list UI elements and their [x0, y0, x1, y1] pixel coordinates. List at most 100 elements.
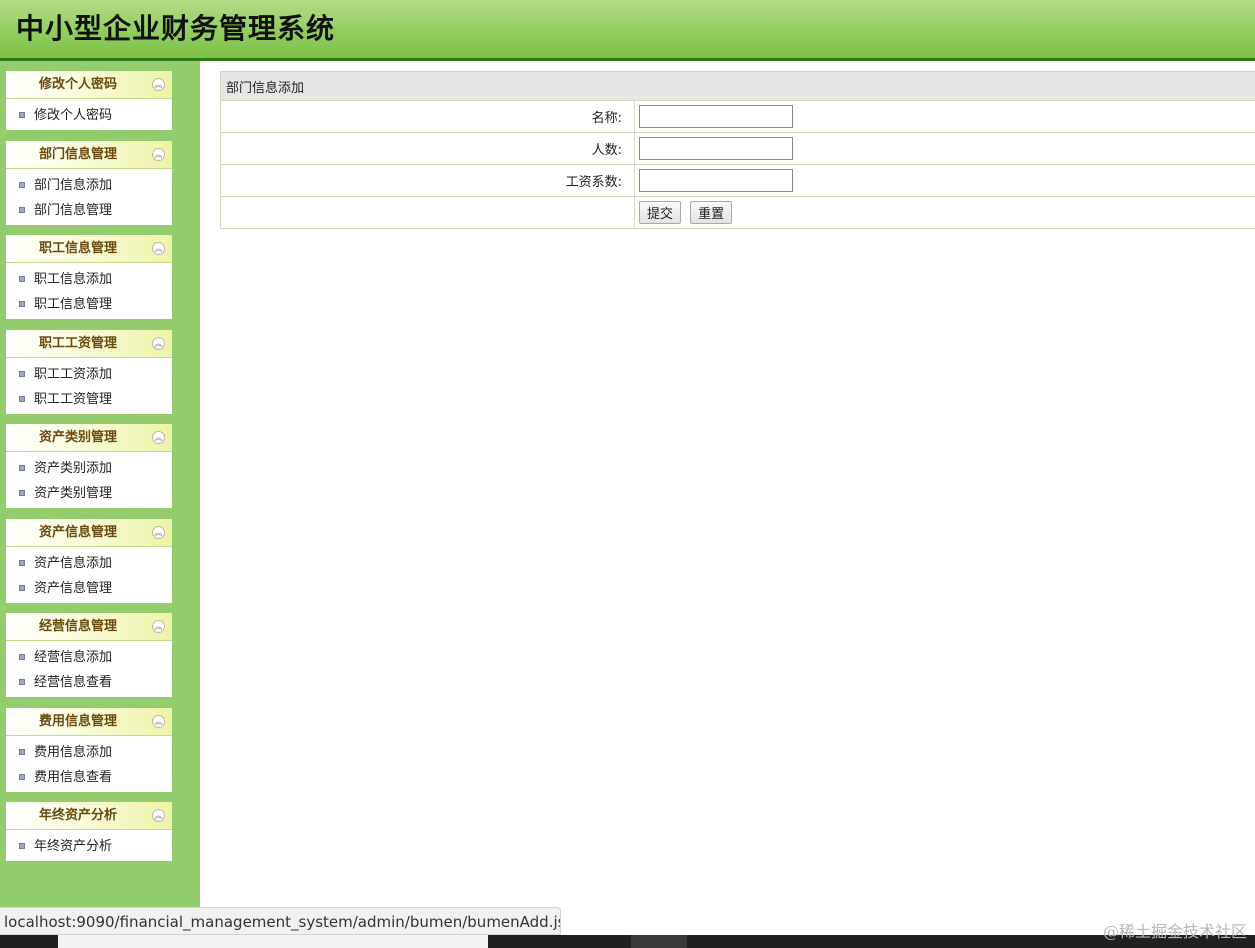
bullet-icon	[19, 276, 25, 282]
collapse-icon[interactable]: ︽	[152, 148, 165, 161]
menu-group-salary: 职工工资管理 ︽ 职工工资添加 职工工资管理	[6, 330, 172, 414]
sidebar-item-change-password[interactable]: 修改个人密码	[6, 103, 172, 128]
menu-item-label: 费用信息查看	[34, 770, 113, 785]
bullet-icon	[19, 371, 25, 377]
form-row-actions: 提交 重置	[220, 196, 1255, 229]
menu-group-title: 费用信息管理	[38, 714, 117, 729]
sidebar-item-year-end-analysis[interactable]: 年终资产分析	[6, 834, 172, 859]
bullet-icon	[19, 490, 25, 496]
menu-group-header[interactable]: 经营信息管理 ︽	[6, 613, 172, 641]
menu-item-label: 修改个人密码	[34, 108, 113, 123]
menu-group-year-end: 年终资产分析 ︽ 年终资产分析	[6, 802, 172, 861]
menu-group-title: 资产类别管理	[38, 430, 117, 445]
taskbar-app-button[interactable]	[631, 935, 687, 948]
menu-group-expense: 费用信息管理 ︽ 费用信息添加 费用信息查看	[6, 708, 172, 792]
menu-group-header[interactable]: 修改个人密码 ︽	[6, 71, 172, 99]
collapse-icon[interactable]: ︽	[152, 78, 165, 91]
sidebar-item-department-add[interactable]: 部门信息添加	[6, 173, 172, 198]
name-label: 名称:	[220, 100, 635, 133]
department-add-form: 部门信息添加 名称: 人数: 工资系数: 提交 重置	[220, 71, 1255, 229]
bullet-icon	[19, 679, 25, 685]
sidebar-item-department-manage[interactable]: 部门信息管理	[6, 198, 172, 223]
os-taskbar	[0, 935, 1255, 948]
menu-group-employee: 职工信息管理 ︽ 职工信息添加 职工信息管理	[6, 235, 172, 319]
menu-item-label: 经营信息查看	[34, 675, 113, 690]
sidebar-item-employee-manage[interactable]: 职工信息管理	[6, 292, 172, 317]
menu-item-label: 资产信息管理	[34, 581, 113, 596]
sidebar-item-salary-manage[interactable]: 职工工资管理	[6, 387, 172, 412]
form-row-name: 名称:	[220, 100, 1255, 133]
bullet-icon	[19, 396, 25, 402]
menu-group-title: 职工工资管理	[38, 336, 117, 351]
collapse-icon[interactable]: ︽	[152, 620, 165, 633]
collapse-icon[interactable]: ︽	[152, 715, 165, 728]
menu-group-asset-category: 资产类别管理 ︽ 资产类别添加 资产类别管理	[6, 424, 172, 508]
menu-group-business: 经营信息管理 ︽ 经营信息添加 经营信息查看	[6, 613, 172, 697]
menu-item-label: 年终资产分析	[34, 839, 113, 854]
sidebar: 修改个人密码 ︽ 修改个人密码 部门信息管理 ︽ 部门信息添加 部门信息管理 职…	[0, 61, 200, 948]
bullet-icon	[19, 843, 25, 849]
bullet-icon	[19, 207, 25, 213]
menu-group-title: 职工信息管理	[38, 241, 117, 256]
bullet-icon	[19, 112, 25, 118]
menu-item-label: 费用信息添加	[34, 745, 113, 760]
sidebar-item-asset-info-add[interactable]: 资产信息添加	[6, 551, 172, 576]
sidebar-item-asset-category-add[interactable]: 资产类别添加	[6, 456, 172, 481]
menu-group-title: 资产信息管理	[38, 525, 117, 540]
salary-coefficient-label: 工资系数:	[220, 164, 635, 197]
menu-item-label: 部门信息管理	[34, 203, 113, 218]
collapse-icon[interactable]: ︽	[152, 526, 165, 539]
submit-button[interactable]: 提交	[639, 201, 682, 224]
sidebar-item-business-view[interactable]: 经营信息查看	[6, 670, 172, 695]
name-input[interactable]	[639, 105, 793, 128]
app-header: 中小型企业财务管理系统	[0, 0, 1255, 61]
collapse-icon[interactable]: ︽	[152, 242, 165, 255]
bullet-icon	[19, 182, 25, 188]
bullet-icon	[19, 654, 25, 660]
menu-group-title: 年终资产分析	[38, 808, 117, 823]
menu-item-label: 资产类别管理	[34, 486, 113, 501]
bullet-icon	[19, 585, 25, 591]
sidebar-item-expense-view[interactable]: 费用信息查看	[6, 765, 172, 790]
headcount-input[interactable]	[639, 137, 793, 160]
menu-item-label: 职工工资添加	[34, 367, 113, 382]
form-row-headcount: 人数:	[220, 132, 1255, 165]
menu-group-header[interactable]: 费用信息管理 ︽	[6, 708, 172, 736]
menu-group-password: 修改个人密码 ︽ 修改个人密码	[6, 71, 172, 130]
sidebar-item-asset-info-manage[interactable]: 资产信息管理	[6, 576, 172, 601]
collapse-icon[interactable]: ︽	[152, 809, 165, 822]
sidebar-item-salary-add[interactable]: 职工工资添加	[6, 362, 172, 387]
menu-item-label: 资产类别添加	[34, 461, 113, 476]
menu-group-header[interactable]: 资产信息管理 ︽	[6, 519, 172, 547]
bullet-icon	[19, 465, 25, 471]
bullet-icon	[19, 774, 25, 780]
menu-group-title: 部门信息管理	[38, 147, 117, 162]
menu-item-label: 职工信息添加	[34, 272, 113, 287]
form-caption: 部门信息添加	[220, 71, 1255, 101]
collapse-icon[interactable]: ︽	[152, 337, 165, 350]
browser-status-bar: localhost:9090/financial_management_syst…	[0, 907, 561, 935]
sidebar-item-business-add[interactable]: 经营信息添加	[6, 645, 172, 670]
sidebar-item-expense-add[interactable]: 费用信息添加	[6, 740, 172, 765]
menu-item-label: 经营信息添加	[34, 650, 113, 665]
reset-button[interactable]: 重置	[690, 201, 733, 224]
sidebar-item-employee-add[interactable]: 职工信息添加	[6, 267, 172, 292]
taskbar-app-area	[58, 935, 488, 948]
menu-group-department: 部门信息管理 ︽ 部门信息添加 部门信息管理	[6, 141, 172, 225]
sidebar-item-asset-category-manage[interactable]: 资产类别管理	[6, 481, 172, 506]
menu-group-header[interactable]: 部门信息管理 ︽	[6, 141, 172, 169]
menu-item-label: 职工工资管理	[34, 392, 113, 407]
menu-group-header[interactable]: 年终资产分析 ︽	[6, 802, 172, 830]
collapse-icon[interactable]: ︽	[152, 431, 165, 444]
menu-group-header[interactable]: 职工工资管理 ︽	[6, 330, 172, 358]
bullet-icon	[19, 560, 25, 566]
menu-group-header[interactable]: 资产类别管理 ︽	[6, 424, 172, 452]
menu-item-label: 职工信息管理	[34, 297, 113, 312]
menu-group-asset-info: 资产信息管理 ︽ 资产信息添加 资产信息管理	[6, 519, 172, 603]
menu-group-title: 经营信息管理	[38, 619, 117, 634]
menu-group-header[interactable]: 职工信息管理 ︽	[6, 235, 172, 263]
menu-item-label: 部门信息添加	[34, 178, 113, 193]
watermark: @稀土掘金技术社区	[1102, 922, 1247, 941]
headcount-label: 人数:	[220, 132, 635, 165]
salary-coefficient-input[interactable]	[639, 169, 793, 192]
